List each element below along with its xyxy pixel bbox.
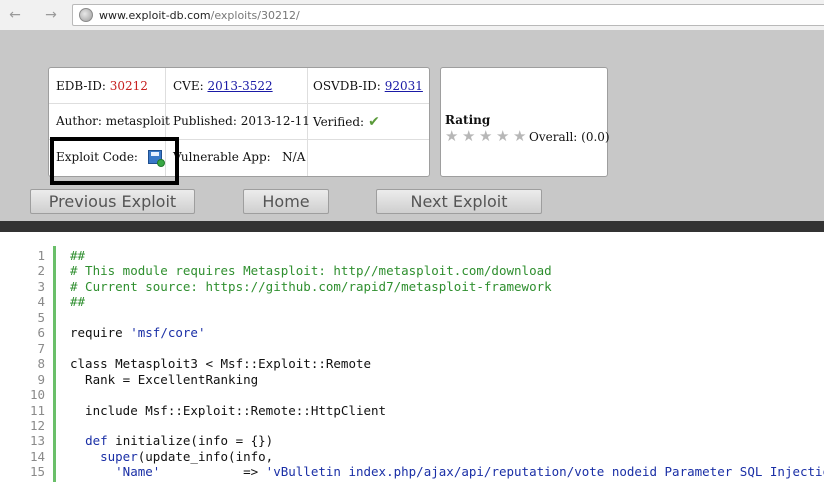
author: Author: metasploit: [56, 114, 170, 128]
section-divider: [0, 221, 824, 232]
line-number: 9: [37, 371, 45, 387]
exploit-code-highlight: [50, 137, 179, 185]
star-icon[interactable]: ★: [496, 129, 513, 144]
line-number: 7: [37, 340, 45, 356]
code-text: ##: [70, 294, 86, 310]
line-number: 3: [37, 278, 45, 294]
edb-id-value: 30212: [109, 79, 148, 93]
code-text: ##: [70, 248, 86, 263]
line-number: 8: [37, 356, 45, 372]
line-number: 13: [29, 433, 45, 449]
code-line: 6 require 'msf/core': [0, 325, 824, 340]
line-number: 5: [37, 309, 45, 325]
home-button[interactable]: Home: [243, 189, 329, 214]
cve-link[interactable]: 2013-3522: [207, 79, 272, 93]
osvdb-link[interactable]: 92031: [385, 79, 423, 93]
star-icon[interactable]: ★: [513, 129, 530, 144]
code-line: 9 Rank = ExcellentRanking: [0, 372, 824, 387]
code-text: 'Name' => 'vBulletin index.php/ajax/api/…: [115, 464, 824, 480]
rating-title: Rating: [445, 113, 491, 127]
line-number: 6: [37, 325, 45, 341]
code-line: 4 ##: [0, 294, 824, 309]
code-text: # Current source: https://github.com/rap…: [70, 278, 552, 294]
code-text: def initialize(info = {}): [85, 433, 274, 449]
code-text: super(update_info(info,: [100, 448, 274, 464]
arrow-left-icon: ←: [9, 7, 21, 23]
rating-stars[interactable]: ★ ★ ★ ★ ★: [445, 129, 530, 144]
star-icon[interactable]: ★: [445, 129, 462, 144]
cve-id: CVE: 2013-3522: [173, 79, 273, 93]
code-line: 7: [0, 341, 824, 356]
vulnerable-app-value: N/A: [282, 150, 306, 164]
verified: Verified: ✔: [313, 114, 380, 130]
url-path: /exploits/30212/: [210, 8, 300, 22]
line-number: 14: [29, 448, 45, 464]
code-line: 15 'Name' => 'vBulletin index.php/ajax/a…: [0, 464, 824, 479]
url-text: www.exploit-db.com/exploits/30212/: [99, 9, 300, 22]
line-number: 11: [29, 402, 45, 418]
code-text: class Metasploit3 < Msf::Exploit::Remote: [70, 356, 372, 372]
line-number: 4: [37, 294, 45, 310]
code-line: 10: [0, 387, 824, 402]
code-text: include Msf::Exploit::Remote::HttpClient: [70, 402, 387, 418]
star-icon[interactable]: ★: [479, 129, 496, 144]
line-number: 15: [29, 464, 45, 480]
line-number: 10: [29, 387, 45, 403]
vulnerable-app: Vulnerable App: N/A: [173, 150, 306, 164]
code-text: # This module requires Metasploit: http/…: [70, 263, 552, 279]
osvdb-id: OSVDB-ID: 92031: [313, 79, 423, 93]
address-bar[interactable]: www.exploit-db.com/exploits/30212/: [72, 4, 824, 26]
browser-toolbar: ← → www.exploit-db.com/exploits/30212/: [0, 0, 824, 31]
globe-icon: [79, 8, 93, 22]
edb-id: EDB-ID: 30212: [56, 79, 148, 93]
previous-exploit-button[interactable]: Previous Exploit: [30, 189, 195, 214]
back-button[interactable]: ←: [4, 5, 26, 25]
url-host: www.exploit-db.com: [99, 8, 211, 22]
code-line: 5: [0, 310, 824, 325]
code-text: Rank = ExcellentRanking: [70, 371, 259, 387]
code-line: 8 class Metasploit3 < Msf::Exploit::Remot…: [0, 356, 824, 371]
code-line: 11 include Msf::Exploit::Remote::HttpCli…: [0, 403, 824, 418]
code-line: 1 ##: [0, 248, 824, 263]
published-value: 2013-12-11: [240, 114, 310, 128]
code-line: 3 # Current source: https://github.com/ra…: [0, 279, 824, 294]
rating-panel: Rating ★ ★ ★ ★ ★ Overall: (0.0): [440, 67, 610, 177]
line-number: 2: [37, 263, 45, 279]
rating-overall: Overall: (0.0): [529, 130, 610, 144]
line-number: 12: [29, 417, 45, 433]
code-text: require 'msf/core': [70, 325, 206, 341]
code-viewer[interactable]: 1 ## 2 # This module requires Metasploit: h…: [0, 232, 824, 482]
next-exploit-button[interactable]: Next Exploit: [376, 189, 542, 214]
code-line: 12: [0, 418, 824, 433]
arrow-right-icon: →: [45, 7, 57, 23]
line-number: 1: [37, 248, 45, 263]
code-line: 13 def initialize(info = {}): [0, 433, 824, 448]
star-icon[interactable]: ★: [462, 129, 479, 144]
code-line: 2 # This module requires Metasploit: http…: [0, 263, 824, 278]
author-value[interactable]: metasploit: [106, 114, 170, 128]
code-line: 14 super(update_info(info,: [0, 449, 824, 464]
checkmark-icon: ✔: [368, 114, 380, 130]
published: Published: 2013-12-11: [173, 114, 310, 128]
forward-button[interactable]: →: [40, 5, 62, 25]
